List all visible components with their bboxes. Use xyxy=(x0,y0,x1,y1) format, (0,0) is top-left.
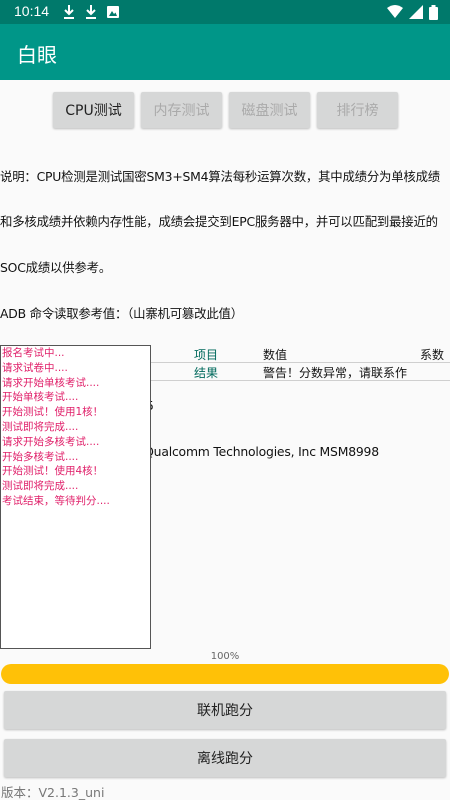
online-benchmark-button[interactable]: 联机跑分 xyxy=(4,691,446,729)
log-line: 请求开始多核考试.... xyxy=(2,435,100,448)
version-label: 版本：V2.1.3_uni xyxy=(1,785,105,800)
log-line: 考试结束，等待判分.... xyxy=(2,494,110,507)
tab-leaderboard[interactable]: 排行榜 xyxy=(317,92,398,128)
row-value: 警告！分数异常，请联系作 xyxy=(263,366,408,380)
log-line: 开始多核考试.... xyxy=(2,450,79,463)
table-header: 项目 数值 系数 xyxy=(151,345,450,363)
results-table: 项目 数值 系数 结果 警告！分数异常，请联系作 xyxy=(151,345,450,381)
status-time: 10:14 xyxy=(14,3,50,19)
description-line: ADB 命令读取参考值：（山寨机可篡改此值） xyxy=(0,306,243,322)
log-line: 测试即将完成.... xyxy=(2,420,79,433)
tab-disk-test[interactable]: 磁盘测试 xyxy=(229,92,310,128)
log-line: 请求开始单核考试.... xyxy=(2,376,100,389)
header-item: 项目 xyxy=(194,348,219,362)
log-line: 测试即将完成.... xyxy=(2,480,79,493)
progress-fill xyxy=(1,664,449,684)
test-log-panel[interactable]: 报名考试中... 请求试卷中.... 请求开始单核考试.... 开始单核考试..… xyxy=(0,345,151,649)
log-line: 报名考试中... xyxy=(2,347,65,359)
progress-label: 100% xyxy=(210,651,240,662)
app-title: 白眼 xyxy=(17,43,57,67)
description-line: SOC成绩以供参考。 xyxy=(0,260,112,276)
log-line: 请求试卷中.... xyxy=(2,361,68,374)
log-line: 开始单核考试.... xyxy=(2,391,79,404)
photo-icon xyxy=(107,6,119,18)
row-item: 结果 xyxy=(194,366,219,380)
app-bar: 白眼 xyxy=(0,24,450,80)
log-line: 开始测试！使用1核！ xyxy=(2,406,104,419)
progress-bar xyxy=(1,664,449,684)
description-line: 说明：CPU检测是测试国密SM3+SM4算法每秒运算次数，其中成绩分为单核成绩 xyxy=(0,168,440,184)
table-row: 结果 警告！分数异常，请联系作 xyxy=(151,363,450,381)
status-bar: 10:14 xyxy=(0,0,450,24)
header-value: 数值 xyxy=(263,348,288,362)
offline-benchmark-button[interactable]: 离线跑分 xyxy=(4,739,446,777)
battery-icon xyxy=(429,4,438,20)
tab-memory-test[interactable]: 内存测试 xyxy=(141,92,222,128)
description-line: 和多核成绩并依赖内存性能，成绩会提交到EPC服务器中，并可以匹配到最接近的 xyxy=(0,214,438,230)
header-coefficient: 系数 xyxy=(419,348,444,362)
download-icon xyxy=(86,5,96,19)
tab-cpu-test[interactable]: CPU测试 xyxy=(53,92,134,128)
log-line: 开始测试！使用4核！ xyxy=(2,465,104,478)
test-tabs: CPU测试 内存测试 磁盘测试 排行榜 xyxy=(0,92,450,129)
signal-icon xyxy=(409,5,423,19)
wifi-icon xyxy=(387,5,403,18)
download-icon xyxy=(64,5,74,19)
